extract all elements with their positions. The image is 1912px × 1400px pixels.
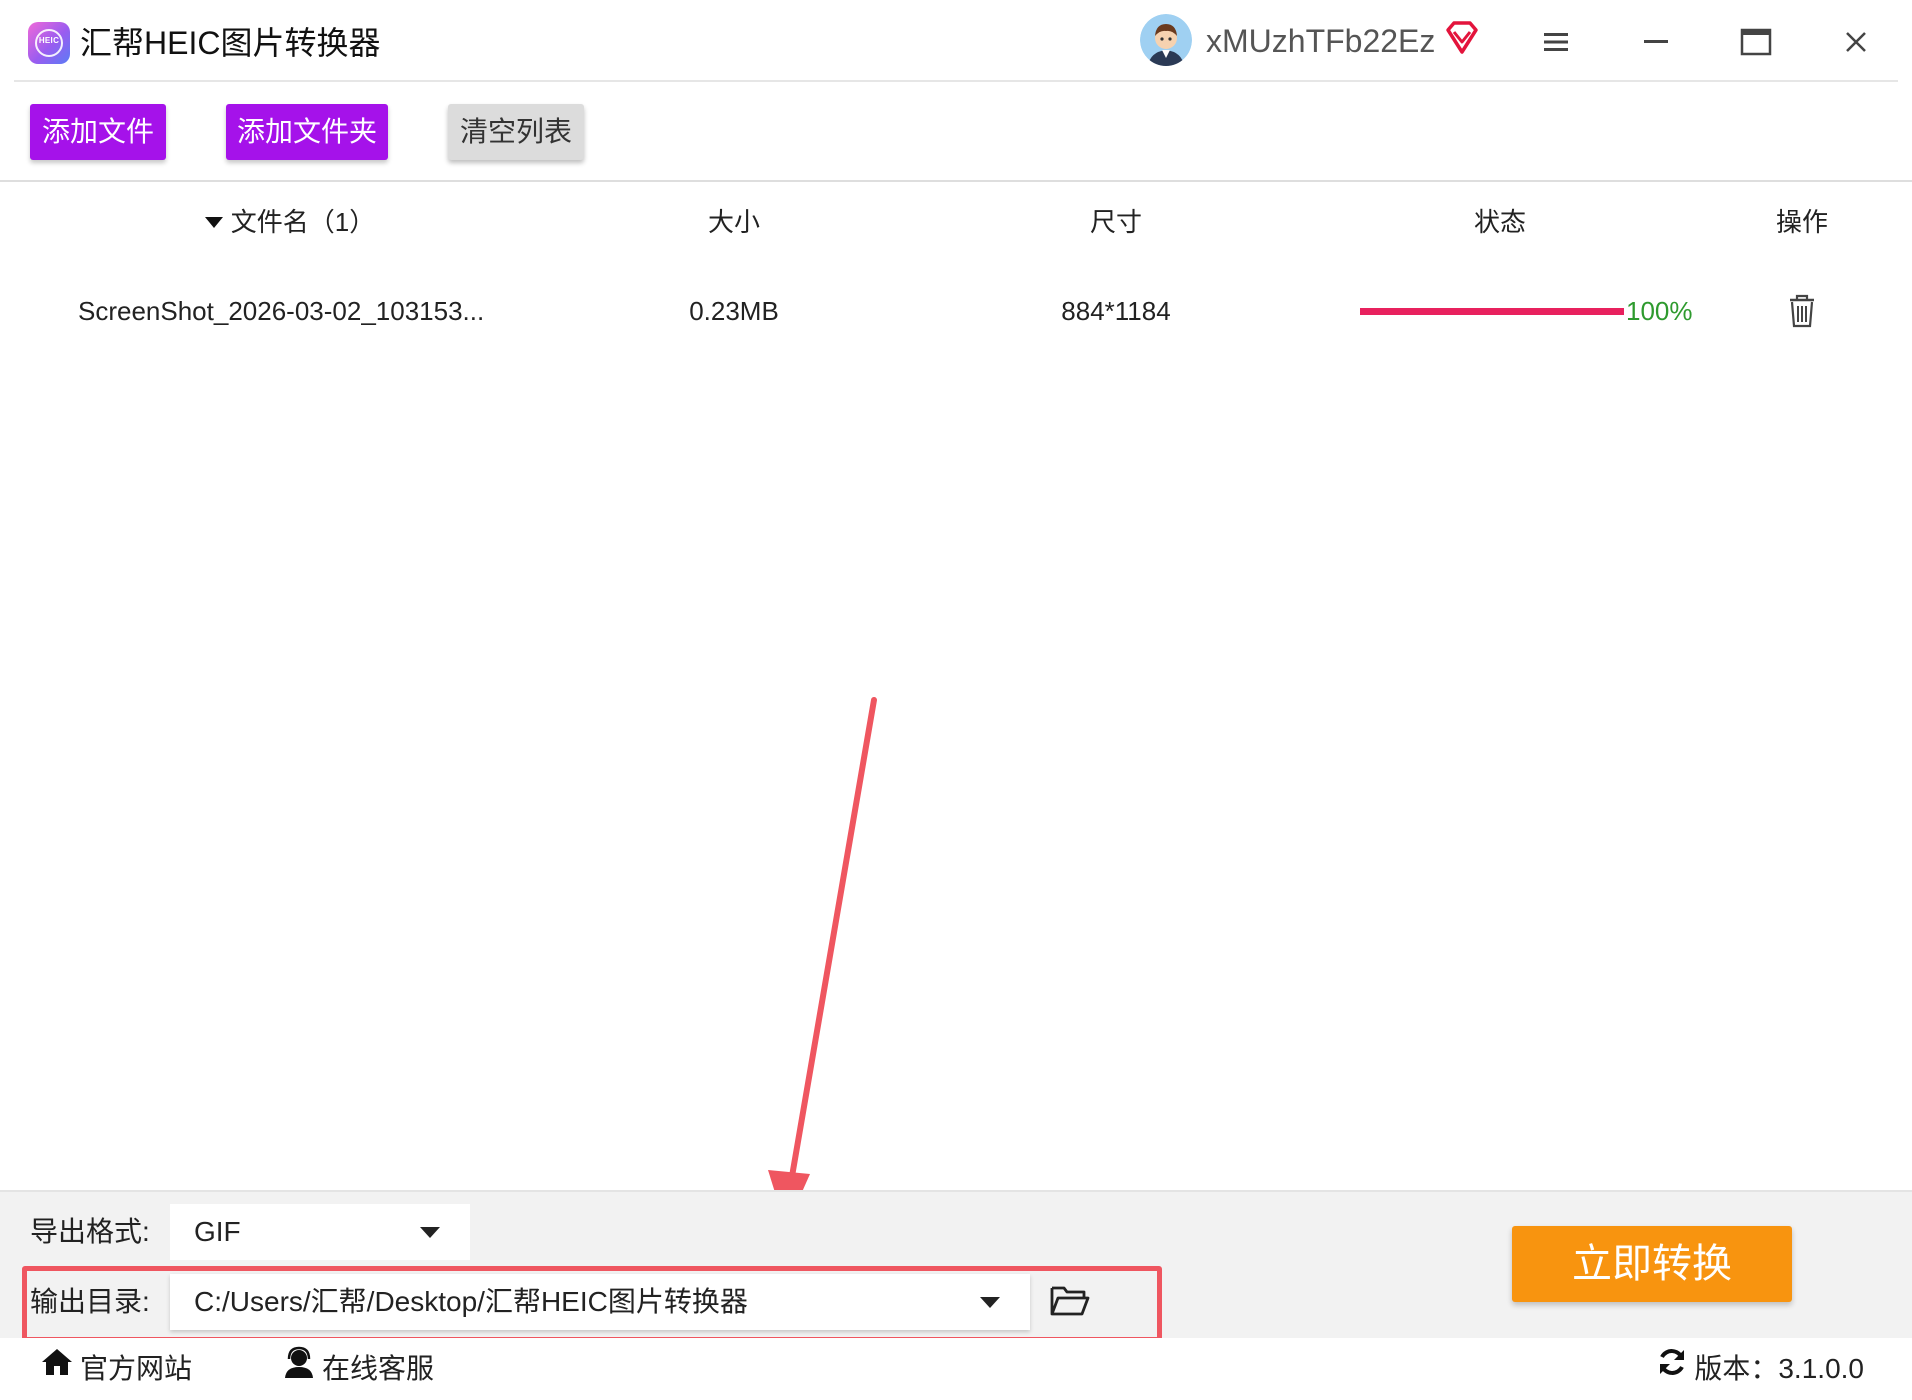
column-header-action: 操作 [1775, 207, 1828, 237]
column-header-size: 大小 [707, 207, 760, 237]
online-support-label: 在线客服 [322, 1353, 435, 1384]
menu-icon[interactable] [1530, 16, 1582, 68]
table-row[interactable]: ScreenShot_2026-03-02_103153... 0.23MB 8… [0, 262, 1912, 622]
username[interactable]: xMUzhTFb22Ez [1206, 20, 1435, 62]
title-bar: HEIC 汇帮HEIC图片转换器 xMUzhTFb22Ez [0, 0, 1912, 82]
progress-text: 100% [1626, 296, 1693, 326]
close-icon[interactable] [1830, 16, 1882, 68]
headset-icon [282, 1346, 316, 1390]
progress-bar-fill [1360, 308, 1624, 315]
toolbar: 添加文件 添加文件夹 清空列表 [0, 82, 1912, 182]
trash-icon[interactable] [1784, 292, 1820, 330]
app-logo-icon: HEIC [28, 22, 70, 64]
column-header-status: 状态 [1473, 207, 1526, 237]
maximize-icon[interactable] [1730, 16, 1782, 68]
progress-bar [1360, 308, 1624, 315]
export-format-value: GIF [194, 1216, 241, 1247]
user-avatar[interactable] [1140, 14, 1192, 66]
minimize-icon[interactable] [1630, 16, 1682, 68]
output-directory-highlight [22, 1266, 1162, 1342]
home-icon [40, 1347, 74, 1389]
export-settings-panel: 导出格式: GIF 输出目录: C:/Users/汇帮/Desktop/汇帮HE… [0, 1190, 1912, 1342]
add-folder-button[interactable]: 添加文件夹 [226, 104, 388, 160]
convert-now-button[interactable]: 立即转换 [1512, 1226, 1792, 1302]
column-header-filename-label: 文件名（1） [230, 207, 376, 237]
export-format-label: 导出格式: [30, 1216, 150, 1247]
official-website-link[interactable]: 官方网站 [40, 1348, 192, 1390]
footer: 官方网站 在线客服 版本：3.1.0.0 [0, 1338, 1912, 1400]
file-size: 0.23MB [689, 296, 779, 326]
column-header-filename[interactable]: 文件名（1） [150, 182, 430, 262]
clear-list-button[interactable]: 清空列表 [448, 104, 584, 160]
file-dimensions: 884*1184 [1061, 296, 1171, 326]
version-info[interactable]: 版本：3.1.0.0 [1656, 1348, 1864, 1390]
official-website-label: 官方网站 [80, 1353, 193, 1384]
file-list-empty-area [0, 360, 1912, 1190]
file-name: ScreenShot_2026-03-02_103153... [78, 296, 485, 326]
online-support-link[interactable]: 在线客服 [282, 1346, 435, 1390]
file-table-header: 文件名（1） 大小 尺寸 状态 操作 [0, 182, 1912, 444]
column-header-dimensions: 尺寸 [1089, 207, 1142, 237]
version-label: 版本：3.1.0.0 [1694, 1353, 1864, 1384]
app-title: 汇帮HEIC图片转换器 [80, 25, 381, 61]
export-format-select[interactable]: GIF [170, 1204, 470, 1260]
add-file-button[interactable]: 添加文件 [30, 104, 166, 160]
sort-desc-icon [204, 216, 223, 228]
vip-diamond-icon[interactable] [1442, 18, 1482, 58]
refresh-icon [1656, 1346, 1688, 1390]
chevron-down-icon [420, 1227, 440, 1238]
